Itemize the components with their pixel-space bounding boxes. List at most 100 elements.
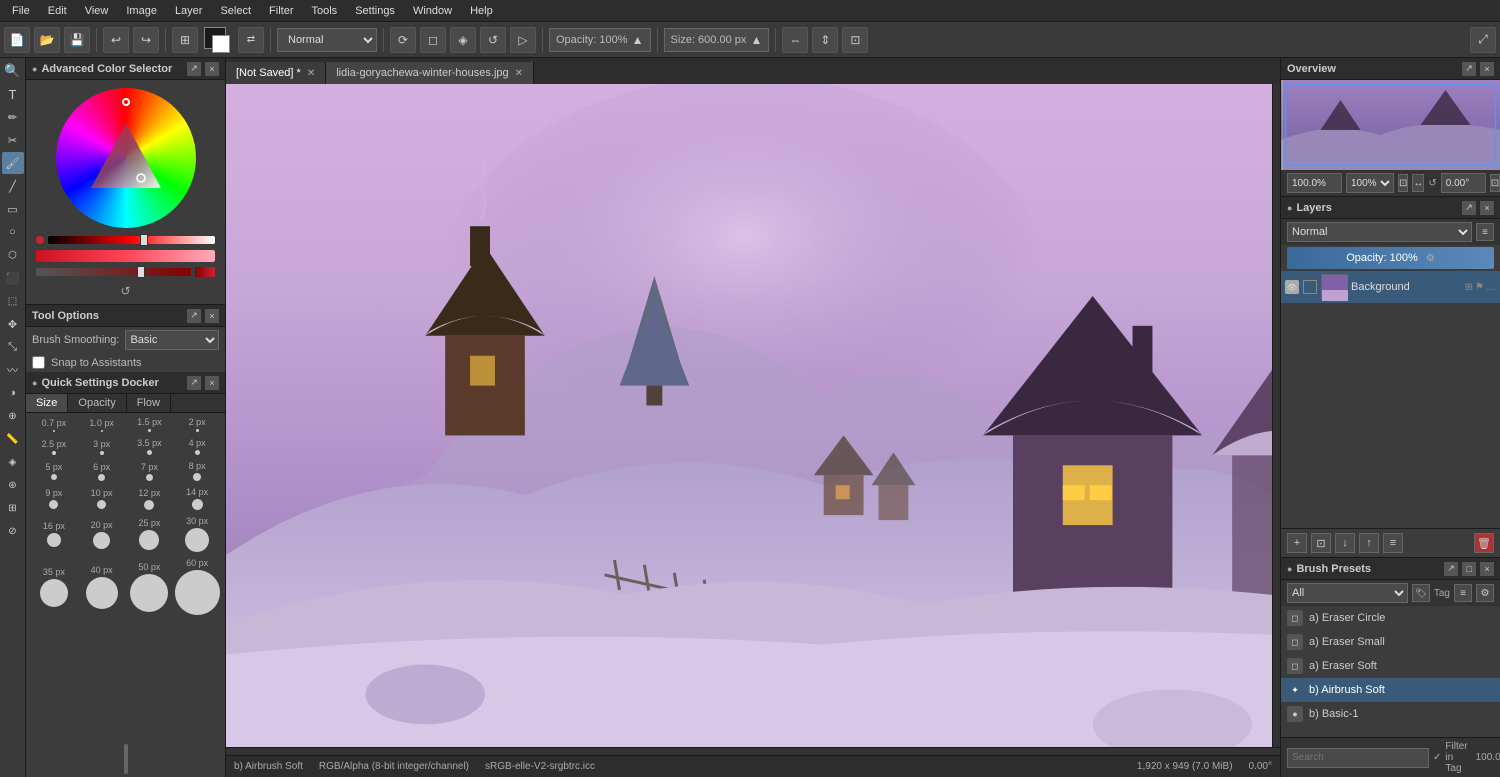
menu-window[interactable]: Window [405,3,460,19]
brush-search-input[interactable] [1287,748,1429,768]
brush-size-item[interactable]: 4 px [176,438,218,455]
add-layer-button[interactable]: + [1287,533,1307,553]
shape-rect-tool[interactable]: ▭ [2,198,24,220]
layers-opacity-settings[interactable]: ⚙ [1426,253,1435,264]
zoom-tool[interactable]: 🔍 [2,60,24,82]
zoom-dropdown[interactable]: 100% [1346,173,1394,193]
winter-scene-canvas[interactable] [226,84,1272,747]
rotation-input[interactable] [1441,173,1486,193]
brush-size-item[interactable]: 2.5 px [33,439,75,455]
color-selector-float[interactable]: ↗ [187,62,201,76]
layers-float[interactable]: ↗ [1462,201,1476,215]
canvas-tab-saved[interactable]: lidia-goryachewa-winter-houses.jpg ✕ [326,62,534,84]
brush-size-item[interactable]: 6 px [81,462,123,481]
brush-tool[interactable]: 🖌 [2,152,24,174]
canvas-tab-unsaved-close[interactable]: ✕ [307,68,315,79]
color-wheel-handle[interactable] [122,98,130,106]
erase-toggle-button[interactable]: ◻ [420,27,446,53]
menu-help[interactable]: Help [462,3,501,19]
brush-item[interactable]: ◻a) Eraser Circle [1281,606,1500,630]
brush-size-item[interactable]: 16 px [33,521,75,547]
background-color[interactable] [212,35,230,53]
brush-size-item[interactable]: 12 px [128,488,170,510]
menu-settings[interactable]: Settings [347,3,403,19]
brush-settings-btn[interactable]: ⚙ [1476,584,1494,602]
transform-tool[interactable]: ⤡ [2,336,24,358]
menu-edit[interactable]: Edit [40,3,75,19]
size-spinner-up[interactable]: ▲ [748,32,764,48]
move-tool[interactable]: ✥ [2,313,24,335]
copy-layer-button[interactable]: ⊡ [1311,533,1331,553]
brush-settings-button[interactable]: ⊞ [172,27,198,53]
brush-size-item[interactable]: 50 px [128,562,170,612]
brush-item[interactable]: ✦b) Airbrush Soft [1281,678,1500,702]
delete-layer-button[interactable]: 🗑 [1474,533,1494,553]
brush-size-item[interactable]: 20 px [81,520,123,549]
color-wheel[interactable] [56,88,196,228]
alpha-lock-button[interactable]: ◈ [450,27,476,53]
fit-canvas-button[interactable]: ⊡ [1398,174,1408,192]
brush-size-item[interactable]: 3.5 px [128,438,170,455]
move-up-button[interactable]: ↑ [1359,533,1379,553]
brush-filter-select[interactable]: All [1287,583,1408,603]
brush-size-item[interactable]: 30 px [176,516,218,552]
canvas-wrap-button[interactable]: ⊡ [842,27,868,53]
brush-size-item[interactable]: 1.5 px [128,417,170,432]
clone-tool[interactable]: ⊕ [2,405,24,427]
menu-tools[interactable]: Tools [304,3,346,19]
crop-tool[interactable]: ✂ [2,129,24,151]
brush-item[interactable]: ●b) Basic-1 [1281,702,1500,726]
color-selector-close[interactable]: × [205,62,219,76]
open-file-button[interactable]: 📂 [34,27,60,53]
quick-settings-close[interactable]: × [205,376,219,390]
saturation-thumb[interactable] [137,266,145,278]
dodge-burn-tool[interactable]: ◑ [2,382,24,404]
brush-size-item[interactable]: 25 px [128,518,170,550]
blend-mode-dropdown[interactable]: Normal [277,28,377,52]
brush-item[interactable]: ◻a) Eraser Soft [1281,654,1500,678]
brush-presets-expand[interactable]: □ [1462,562,1476,576]
mirror-canvas-button[interactable]: ⊡ [1490,174,1500,192]
smart-patch-tool[interactable]: ◈ [2,451,24,473]
layer-visibility-icon[interactable]: 👁 [1285,280,1299,294]
zoom-input[interactable] [1287,173,1342,193]
quick-settings-float[interactable]: ↗ [187,376,201,390]
qs-tab-size[interactable]: Size [26,394,68,412]
color-picker-tool[interactable]: ✏ [2,106,24,128]
mirror-h-button[interactable]: ⇔ [782,27,808,53]
text-tool[interactable]: T [2,83,24,105]
menu-layer[interactable]: Layer [167,3,211,19]
canvas-tab-saved-close[interactable]: ✕ [515,68,523,79]
brush-size-item[interactable]: 1.0 px [81,418,123,432]
brush-size-item[interactable]: 40 px [81,565,123,609]
brush-size-item[interactable]: 8 px [176,461,218,481]
brush-size-item[interactable]: 7 px [128,462,170,481]
scroll-thumb[interactable] [124,744,128,774]
mirror-v-button[interactable]: ⇕ [812,27,838,53]
canvas-tab-unsaved[interactable]: [Not Saved] * ✕ [226,62,326,84]
canvas-hscrollbar[interactable] [226,747,1280,755]
contiguous-select-tool[interactable]: ⊛ [2,474,24,496]
opacity-spinner-up[interactable]: ▲ [630,32,646,48]
qs-tab-flow[interactable]: Flow [127,394,171,412]
reset-brush-button[interactable]: ⟳ [390,27,416,53]
qs-tab-opacity[interactable]: Opacity [68,394,126,412]
menu-file[interactable]: File [4,3,38,19]
brush-tag-button[interactable]: 🏷 [1412,584,1430,602]
layer-properties-button[interactable]: ≡ [1383,533,1403,553]
new-file-button[interactable]: 📄 [4,27,30,53]
brush-size-item[interactable]: 10 px [81,488,123,509]
save-file-button[interactable]: 💾 [64,27,90,53]
redo-button[interactable]: ↪ [133,27,159,53]
menu-view[interactable]: View [77,3,117,19]
snap-assistants-checkbox[interactable] [32,356,45,369]
saturation-slider[interactable] [36,268,191,276]
fill-tool[interactable]: ⬛ [2,267,24,289]
overview-float[interactable]: ↗ [1462,62,1476,76]
shape-ellipse-tool[interactable]: ○ [2,221,24,243]
brush-size-item[interactable]: 9 px [33,488,75,509]
brush-view-toggle[interactable]: ≡ [1454,584,1472,602]
brush-size-item[interactable]: 0.7 px [33,418,75,432]
smudge-tool[interactable]: 〰 [2,359,24,381]
brush-size-item[interactable]: 2 px [176,417,218,432]
